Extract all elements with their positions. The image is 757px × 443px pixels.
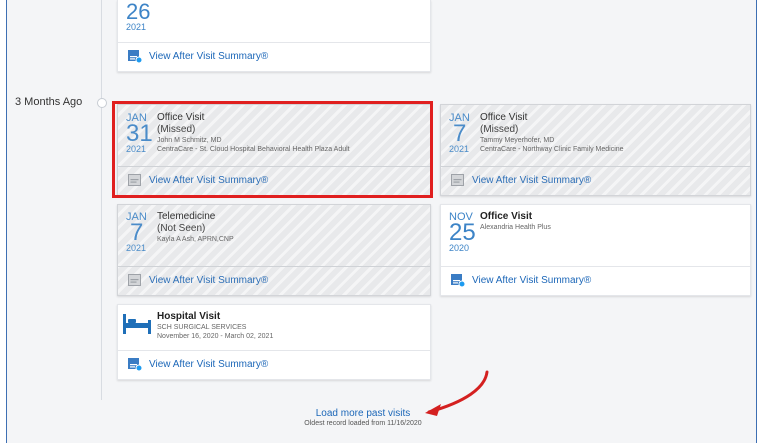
visit-day: 25 [449,219,476,246]
visit-info: Office Visit Alexandria Health Plus [480,211,551,232]
visit-info: Office Visit (Missed) Tammy Meyerhofer, … [480,112,624,154]
avs-document-icon [128,274,141,286]
visit-day: 7 [453,120,467,147]
highlight-annotation-box [112,101,433,198]
visit-year: 2021 [126,243,147,253]
visit-year: 2021 [449,144,470,154]
view-avs-link[interactable]: View After Visit Summary® [149,359,268,370]
visit-card-telemedicine-jan7[interactable]: JAN 7 2021 Telemedicine (Not Seen) Kayla… [117,204,431,296]
avs-document-icon [451,174,464,186]
visit-date: JAN 7 2021 [126,211,147,254]
avs-document-icon [128,358,142,371]
visit-card-office-visit-jan7[interactable]: JAN 7 2021 Office Visit (Missed) Tammy M… [440,104,751,196]
visit-date: 26 2021 [126,0,150,33]
visit-card-top[interactable]: 26 2021 View After Visit Summary® [117,0,431,72]
oldest-record-note: Oldest record loaded from 11/16/2020 [304,420,422,427]
visit-day: 26 [126,0,151,24]
visit-info: Hospital Visit SCH SURGICAL SERVICES Nov… [157,311,273,341]
visit-title: Hospital Visit [157,311,221,322]
avs-footer[interactable]: View After Visit Summary® [118,266,430,295]
avs-document-icon [451,274,465,287]
visit-day: 7 [130,219,144,246]
visit-location: CentraCare - Northway Clinic Family Medi… [480,146,624,153]
view-avs-link[interactable]: View After Visit Summary® [149,275,268,286]
visit-status: (Not Seen) [157,223,206,234]
avs-footer[interactable]: View After Visit Summary® [118,350,430,379]
avs-document-icon [128,50,142,63]
visit-provider: Kayla A Ash, APRN,CNP [157,236,234,243]
visit-date: JAN 7 2021 [449,112,470,155]
view-avs-link[interactable]: View After Visit Summary® [149,51,268,62]
load-more-section: Load more past visits Oldest record load… [255,408,471,427]
load-more-past-visits-link[interactable]: Load more past visits [255,408,471,419]
avs-footer[interactable]: View After Visit Summary® [118,42,430,71]
avs-footer[interactable]: View After Visit Summary® [441,166,750,195]
visit-card-office-visit-nov25[interactable]: NOV 25 2020 Office Visit Alexandria Heal… [440,204,751,296]
visit-provider: Tammy Meyerhofer, MD [480,137,555,144]
hospital-bed-icon [123,314,151,334]
view-avs-link[interactable]: View After Visit Summary® [472,275,591,286]
view-avs-link[interactable]: View After Visit Summary® [472,175,591,186]
visit-info: Telemedicine (Not Seen) Kayla A Ash, APR… [157,211,234,244]
visit-title: Office Visit [480,112,528,123]
visit-department: SCH SURGICAL SERVICES [157,324,247,331]
visit-dates: November 16, 2020 - March 02, 2021 [157,333,274,340]
timeline-line [101,0,102,400]
visit-title: Telemedicine [157,211,216,222]
visit-title: Office Visit [480,211,533,222]
avs-footer[interactable]: View After Visit Summary® [441,266,750,295]
period-label: 3 Months Ago [15,96,83,108]
visit-location: Alexandria Health Plus [480,224,551,231]
visit-status: (Missed) [480,124,519,135]
visit-date: NOV 25 2020 [449,211,476,254]
visit-card-hospital-visit[interactable]: Hospital Visit SCH SURGICAL SERVICES Nov… [117,304,431,380]
timeline-dot [97,98,107,108]
